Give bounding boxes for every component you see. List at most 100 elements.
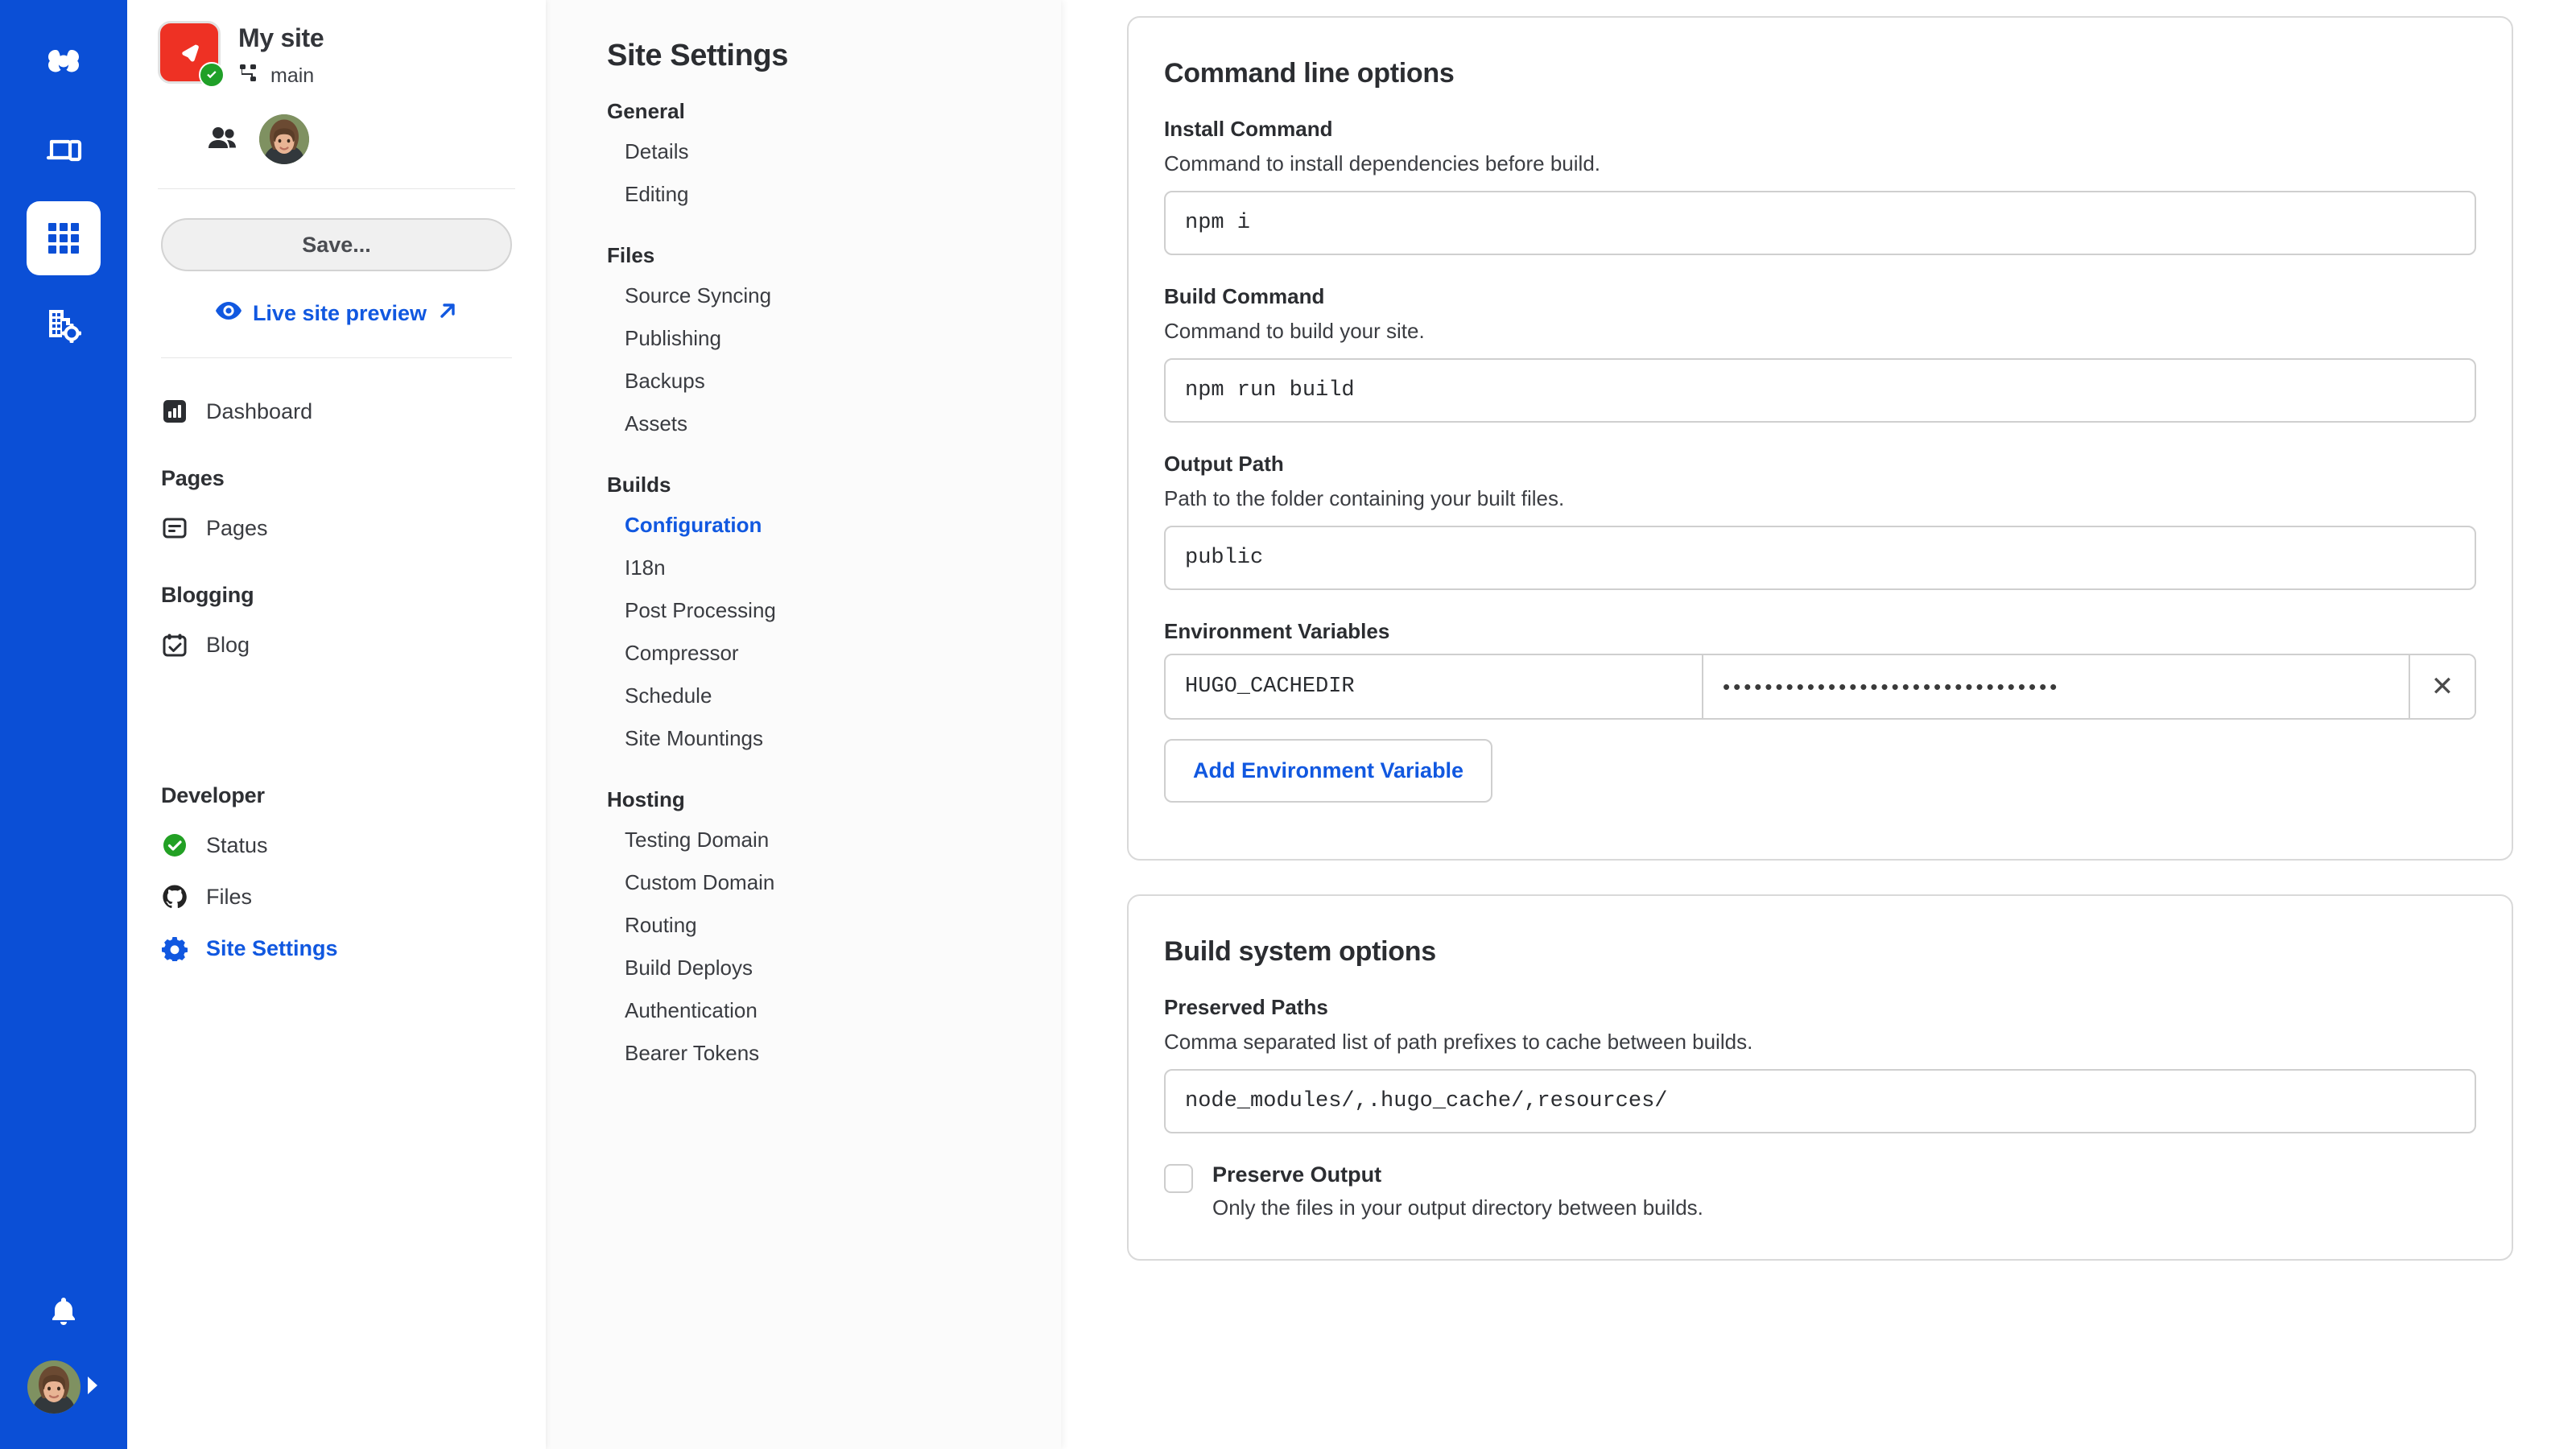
sidebar-item-files[interactable]: Files xyxy=(127,871,546,923)
settings-link-routing[interactable]: Routing xyxy=(607,904,1061,947)
env-key-input[interactable]: HUGO_CACHEDIR xyxy=(1166,655,1703,718)
settings-link-authentication[interactable]: Authentication xyxy=(607,989,1061,1032)
preserved-paths-help: Comma separated list of path prefixes to… xyxy=(1164,1030,1753,1054)
sidebar-item-status[interactable]: Status xyxy=(127,819,546,871)
build-command-label: Build Command xyxy=(1164,284,1325,308)
settings-group-general: General xyxy=(607,99,685,123)
global-rail xyxy=(0,0,127,1449)
site-branch: main xyxy=(238,62,324,90)
site-members[interactable] xyxy=(158,90,515,165)
brand-logo-icon[interactable] xyxy=(27,27,101,101)
save-button[interactable]: Save... xyxy=(161,218,512,272)
sidebar-item-label: Site Settings xyxy=(206,935,338,960)
site-logo-icon[interactable] xyxy=(158,21,225,88)
gear-icon xyxy=(161,935,188,962)
settings-link-configuration[interactable]: Configuration xyxy=(607,504,1061,547)
install-command-field: Install Command Command to install depen… xyxy=(1164,117,2476,255)
app-root: My site main Save... Live site preview D… xyxy=(0,0,2576,1449)
github-icon xyxy=(161,883,188,910)
preserve-output-field: Preserve Output Only the files in your o… xyxy=(1164,1162,2476,1220)
status-badge xyxy=(199,62,225,88)
preserve-output-label: Preserve Output xyxy=(1212,1162,1382,1187)
calendar-check-icon xyxy=(161,631,188,658)
settings-link-publishing[interactable]: Publishing xyxy=(607,317,1061,360)
build-command-help: Command to build your site. xyxy=(1164,319,1425,343)
settings-link-details[interactable]: Details xyxy=(607,130,1061,173)
environment-variable-row: HUGO_CACHEDIR ••••••••••••••••••••••••••… xyxy=(1164,654,2476,720)
external-link-arrow-icon xyxy=(437,300,458,327)
settings-nav: Site Settings General Details Editing Fi… xyxy=(546,0,1061,1449)
sidebar-group-developer: Developer xyxy=(161,783,265,808)
settings-link-post-processing[interactable]: Post Processing xyxy=(607,589,1061,632)
dashboard-chart-icon xyxy=(161,398,188,425)
avatar xyxy=(27,1360,80,1414)
site-sidebar: My site main Save... Live site preview D… xyxy=(127,0,546,1449)
main-content: Command line options Install Command Com… xyxy=(1061,0,2576,1449)
output-path-input[interactable]: public xyxy=(1164,526,2476,590)
settings-group-files: Files xyxy=(607,243,655,267)
install-command-help: Command to install dependencies before b… xyxy=(1164,151,1601,175)
environment-variables-field: Environment Variables HUGO_CACHEDIR ••••… xyxy=(1164,619,2476,803)
delete-env-variable-button[interactable]: ✕ xyxy=(2410,655,2475,718)
settings-link-custom-domain[interactable]: Custom Domain xyxy=(607,861,1061,904)
add-environment-variable-button[interactable]: Add Environment Variable xyxy=(1164,739,1493,803)
settings-link-i18n[interactable]: I18n xyxy=(607,547,1061,589)
sidebar-item-blog[interactable]: Blog xyxy=(127,619,546,671)
sidebar-item-label: Dashboard xyxy=(206,398,313,423)
settings-link-site-mountings[interactable]: Site Mountings xyxy=(607,717,1061,760)
site-nav: Dashboard Pages Pages Blogging Blog Deve… xyxy=(127,358,546,1449)
preserve-output-checkbox[interactable] xyxy=(1164,1164,1193,1193)
output-path-help: Path to the folder containing your built… xyxy=(1164,486,1565,510)
sidebar-group-blogging: Blogging xyxy=(161,583,254,608)
settings-link-bearer-tokens[interactable]: Bearer Tokens xyxy=(607,1032,1061,1075)
sidebar-item-label: Blog xyxy=(206,632,250,657)
apps-grid-icon[interactable] xyxy=(27,201,101,275)
settings-group-hosting: Hosting xyxy=(607,787,685,811)
card-title: Command line options xyxy=(1164,58,1455,89)
eye-icon xyxy=(215,300,242,327)
settings-link-testing-domain[interactable]: Testing Domain xyxy=(607,819,1061,861)
settings-link-compressor[interactable]: Compressor xyxy=(607,632,1061,675)
sidebar-item-dashboard[interactable]: Dashboard xyxy=(127,386,546,437)
devices-icon[interactable] xyxy=(27,114,101,188)
env-value-input[interactable]: •••••••••••••••••••••••••••••••• xyxy=(1703,655,2410,718)
output-path-label: Output Path xyxy=(1164,452,1284,476)
install-command-label: Install Command xyxy=(1164,117,1333,141)
preserved-paths-input[interactable]: node_modules/,.hugo_cache/,resources/ xyxy=(1164,1069,2476,1133)
branch-icon xyxy=(238,62,261,90)
live-site-preview-link[interactable]: Live site preview xyxy=(161,300,512,327)
sidebar-item-label: Files xyxy=(206,884,253,909)
card-title: Build system options xyxy=(1164,936,1436,967)
status-check-icon xyxy=(161,832,188,859)
preserved-paths-field: Preserved Paths Comma separated list of … xyxy=(1164,995,2476,1133)
settings-link-source-syncing[interactable]: Source Syncing xyxy=(607,275,1061,317)
install-command-input[interactable]: npm i xyxy=(1164,191,2476,255)
output-path-field: Output Path Path to the folder containin… xyxy=(1164,452,2476,590)
sidebar-item-label: Status xyxy=(206,832,268,857)
members-icon xyxy=(208,126,238,154)
settings-link-assets[interactable]: Assets xyxy=(607,402,1061,445)
build-system-options-card: Build system options Preserved Paths Com… xyxy=(1127,894,2513,1261)
sidebar-item-label: Pages xyxy=(206,515,268,540)
settings-link-build-deploys[interactable]: Build Deploys xyxy=(607,947,1061,989)
settings-link-schedule[interactable]: Schedule xyxy=(607,675,1061,717)
site-name: My site xyxy=(238,23,324,52)
page-title: Site Settings xyxy=(607,39,788,72)
settings-link-backups[interactable]: Backups xyxy=(607,360,1061,402)
settings-link-editing[interactable]: Editing xyxy=(607,173,1061,216)
site-header: My site main xyxy=(127,0,546,190)
settings-group-builds: Builds xyxy=(607,473,671,497)
notifications-bell-icon[interactable] xyxy=(46,1294,81,1333)
preserve-output-help: Only the files in your output directory … xyxy=(1212,1195,1703,1220)
branch-name: main xyxy=(270,64,315,88)
account-menu[interactable] xyxy=(27,1360,100,1414)
preserved-paths-label: Preserved Paths xyxy=(1164,995,1328,1019)
command-line-options-card: Command line options Install Command Com… xyxy=(1127,16,2513,861)
organisation-settings-icon[interactable] xyxy=(27,288,101,362)
sidebar-group-pages: Pages xyxy=(161,466,225,491)
sidebar-item-site-settings[interactable]: Site Settings xyxy=(127,923,546,974)
build-command-input[interactable]: npm run build xyxy=(1164,358,2476,423)
sidebar-item-pages[interactable]: Pages xyxy=(127,502,546,554)
member-avatar[interactable] xyxy=(259,114,309,165)
build-command-field: Build Command Command to build your site… xyxy=(1164,284,2476,423)
